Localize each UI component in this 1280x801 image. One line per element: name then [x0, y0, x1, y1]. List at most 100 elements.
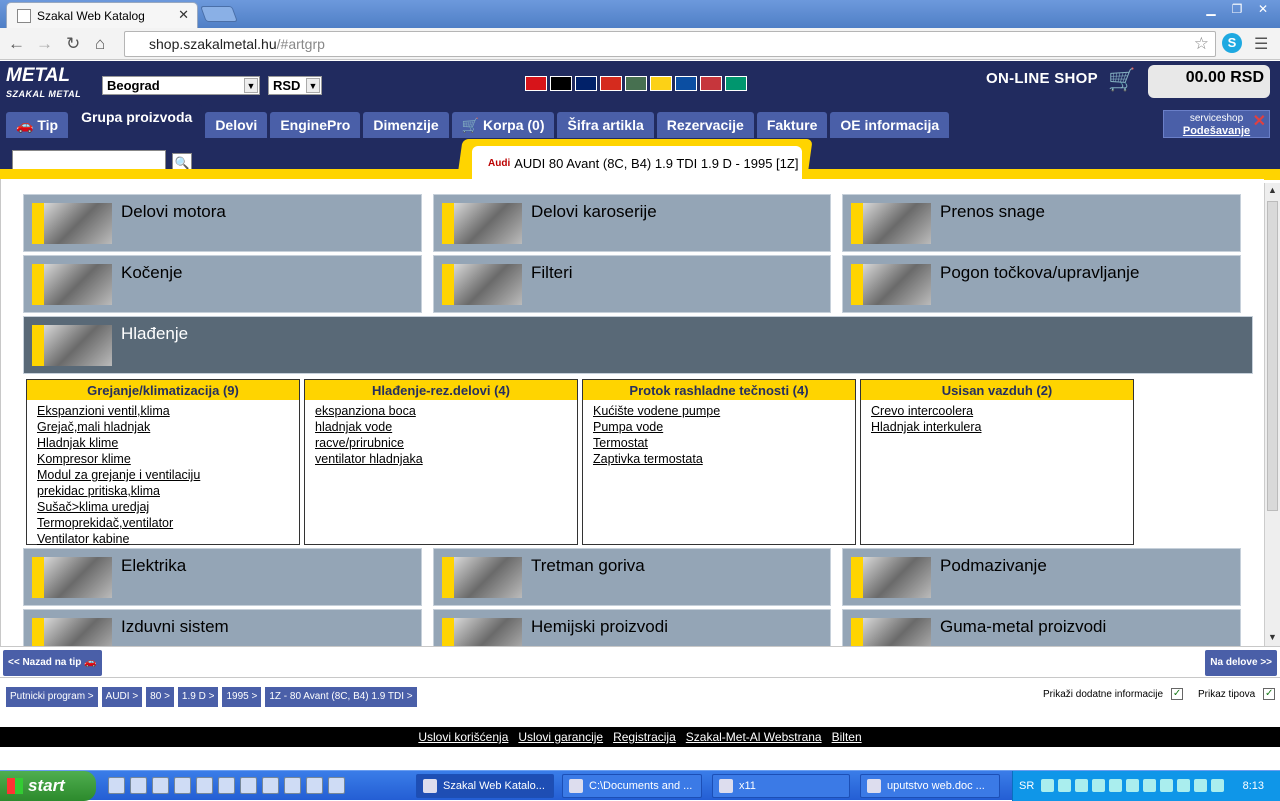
subgroup-title[interactable]: Protok rashladne tečnosti (4) [583, 380, 855, 400]
menu-tab[interactable]: Delovi [205, 112, 268, 138]
subgroup-link[interactable]: Termostat [593, 435, 855, 451]
category-tile[interactable]: Delovi motora [23, 194, 422, 252]
tray-icon[interactable] [1211, 779, 1224, 792]
taskbar-window-button[interactable]: x11 [712, 774, 850, 798]
subgroup-link[interactable]: Kompresor klime [37, 451, 299, 467]
tray-icon[interactable] [1143, 779, 1156, 792]
tray-icon[interactable] [1075, 779, 1088, 792]
scroll-up-icon[interactable]: ▲ [1268, 185, 1277, 195]
search-input[interactable] [12, 150, 166, 171]
category-tile[interactable]: Kočenje [23, 255, 422, 313]
menu-tab[interactable]: OE informacija [830, 112, 950, 138]
back-to-type-button[interactable]: << Nazad na tip 🚗 [3, 650, 102, 676]
category-tile[interactable]: Elektrika [23, 548, 422, 606]
address-bar[interactable]: shop.szakalmetal.hu/#artgrp ☆ [124, 31, 1216, 57]
category-tile[interactable]: Izduvni sistem [23, 609, 422, 646]
extra-info-checkbox[interactable]: ✓ [1171, 688, 1184, 700]
language-flag-icon[interactable] [575, 76, 597, 91]
taskbar-window-button[interactable]: Szakal Web Katalo... [416, 774, 554, 798]
menu-tab[interactable]: Rezervacije [656, 112, 754, 138]
footer-link[interactable]: Registracija [613, 730, 676, 744]
scroll-down-icon[interactable]: ▼ [1268, 632, 1277, 642]
subgroup-link[interactable]: Termoprekidač,ventilator [37, 515, 299, 531]
subgroup-link[interactable]: racve/prirubnice [315, 435, 577, 451]
category-tile[interactable]: Prenos snage [842, 194, 1241, 252]
category-tile[interactable]: Tretman goriva [433, 548, 831, 606]
category-tile[interactable]: Filteri [433, 255, 831, 313]
to-parts-button[interactable]: Na delove >> [1205, 650, 1277, 676]
quicklaunch-icon[interactable] [262, 777, 279, 794]
reload-icon[interactable]: ↻ [66, 34, 80, 54]
subgroup-title[interactable]: Hlađenje-rez.delovi (4) [305, 380, 577, 400]
breadcrumb-item[interactable]: 1Z - 80 Avant (8C, B4) 1.9 TDI > [265, 687, 417, 707]
language-flag-icon[interactable] [675, 76, 697, 91]
forward-arrow-icon[interactable]: → [36, 34, 53, 54]
subgroup-link[interactable]: Crevo intercoolera [871, 403, 1133, 419]
scrollbar-thumb[interactable] [1267, 201, 1278, 511]
footer-link[interactable]: Bilten [832, 730, 862, 744]
subgroup-link[interactable]: Modul za grejanje i ventilaciju [37, 467, 299, 483]
category-tile[interactable]: Pogon točkova/upravljanje [842, 255, 1241, 313]
quicklaunch-icon[interactable] [306, 777, 323, 794]
breadcrumb-item[interactable]: AUDI > [101, 687, 143, 707]
browser-tab[interactable]: Szakal Web Katalog ✕ [6, 2, 198, 28]
currency-select[interactable]: RSD ▼ [268, 76, 322, 95]
menu-tab[interactable]: Šifra artikla [557, 112, 654, 138]
language-flag-icon[interactable] [600, 76, 622, 91]
breadcrumb-item[interactable]: 80 > [146, 687, 174, 707]
category-tile[interactable]: Hemijski proizvodi [433, 609, 831, 646]
subgroup-link[interactable]: Hladnjak interkulera [871, 419, 1133, 435]
menu-tab[interactable]: Grupa proizvoda [71, 104, 203, 134]
quicklaunch-icon[interactable] [240, 777, 257, 794]
close-tab-icon[interactable]: ✕ [178, 7, 189, 23]
menu-tab[interactable]: 🛒 Korpa (0) [451, 112, 555, 138]
tray-icon[interactable] [1092, 779, 1105, 792]
menu-tab[interactable]: 🚗 Tip [6, 112, 69, 138]
subgroup-title[interactable]: Grejanje/klimatizacija (9) [27, 380, 299, 400]
subgroup-link[interactable]: Zaptivka termostata [593, 451, 855, 467]
language-flag-icon[interactable] [550, 76, 572, 91]
vehicle-tab[interactable]: Audi AUDI 80 Avant (8C, B4) 1.9 TDI 1.9 … [472, 146, 802, 180]
quicklaunch-icon[interactable] [108, 777, 125, 794]
menu-tab[interactable]: Fakture [756, 112, 828, 138]
home-icon[interactable]: ⌂ [95, 34, 105, 54]
subgroup-link[interactable]: Grejač,mali hladnjak [37, 419, 299, 435]
tray-icon[interactable] [1160, 779, 1173, 792]
tray-icon[interactable] [1058, 779, 1071, 792]
quicklaunch-icon[interactable] [130, 777, 147, 794]
bookmark-star-icon[interactable]: ☆ [1194, 34, 1209, 54]
subgroup-link[interactable]: Hladnjak klime [37, 435, 299, 451]
tray-icon[interactable] [1177, 779, 1190, 792]
taskbar-window-button[interactable]: C:\Documents and ... [562, 774, 702, 798]
extra-info-option[interactable]: Prikaži dodatne informacije ✓ [1043, 688, 1184, 700]
category-tile[interactable]: Guma-metal proizvodi [842, 609, 1241, 646]
category-tile-open[interactable]: Hlađenje [23, 316, 1253, 374]
subgroup-link[interactable]: Ekspanzioni ventil,klima [37, 403, 299, 419]
subgroup-link[interactable]: hladnjak vode [315, 419, 577, 435]
breadcrumb-item[interactable]: Putnicki program > [6, 687, 98, 707]
footer-link[interactable]: Szakal-Met-Al Webstrana [686, 730, 822, 744]
quicklaunch-icon[interactable] [196, 777, 213, 794]
breadcrumb-item[interactable]: 1995 > [222, 687, 262, 707]
subgroup-link[interactable]: ekspanziona boca [315, 403, 577, 419]
subgroup-link[interactable]: Ventilator kabine [37, 531, 299, 547]
subgroup-link[interactable]: prekidac pritiska,klima [37, 483, 299, 499]
show-types-option[interactable]: Prikaz tipova ✓ [1198, 688, 1276, 700]
szakal-logo[interactable]: METAL SZAKAL METAL [6, 66, 81, 104]
tray-icon[interactable] [1041, 779, 1054, 792]
taskbar-window-button[interactable]: uputstvo web.doc ... [860, 774, 1000, 798]
subgroup-link[interactable]: Kućište vodene pumpe [593, 403, 855, 419]
subgroup-link[interactable]: Sušač>klima uredjaj [37, 499, 299, 515]
content-scrollbar[interactable]: ▲ ▼ [1264, 183, 1280, 646]
city-select[interactable]: Beograd ▼ [102, 76, 260, 95]
shopping-cart-icon[interactable]: 🛒 [1108, 67, 1135, 93]
back-arrow-icon[interactable]: ← [8, 34, 25, 54]
show-types-checkbox[interactable]: ✓ [1263, 688, 1276, 700]
language-indicator[interactable]: SR [1019, 780, 1034, 792]
quicklaunch-icon[interactable] [174, 777, 191, 794]
footer-link[interactable]: Uslovi korišćenja [418, 730, 508, 744]
language-flag-icon[interactable] [625, 76, 647, 91]
serviceshop-settings-button[interactable]: serviceshop Podešavanje ✕ [1163, 110, 1270, 138]
tray-icon[interactable] [1109, 779, 1122, 792]
category-tile[interactable]: Delovi karoserije [433, 194, 831, 252]
